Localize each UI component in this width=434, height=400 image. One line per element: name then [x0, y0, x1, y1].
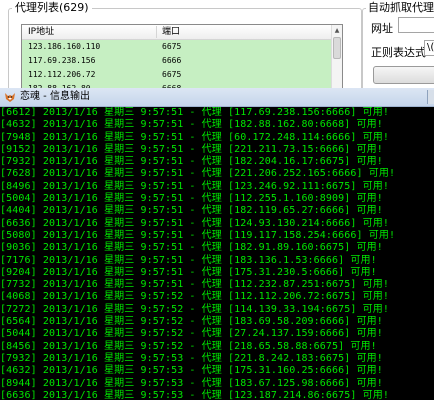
cell-port: 6675	[162, 42, 182, 51]
log-line: [7932] 2013/1/16 星期三 9:57:51 - 代理 [182.2…	[0, 156, 383, 168]
log-line: [8944] 2013/1/16 星期三 9:57:53 - 代理 [183.6…	[0, 377, 383, 389]
regex-label: 正则表达式	[371, 46, 426, 59]
cell-ip: 123.186.160.110	[28, 42, 101, 51]
log-line: [8456] 2013/1/16 星期三 9:57:52 - 代理 [218.6…	[0, 340, 377, 352]
table-row[interactable]: 112.112.206.72 6675	[22, 68, 332, 82]
auto-fetch-group-label: 自动抓取代理(多	[366, 1, 434, 15]
log-line: [9204] 2013/1/16 星期三 9:57:51 - 代理 [175.3…	[0, 266, 377, 278]
scroll-up-icon[interactable]: ▲	[332, 25, 342, 36]
url-input[interactable]	[398, 17, 434, 33]
log-line: [4404] 2013/1/16 星期三 9:57:51 - 代理 [182.1…	[0, 205, 383, 217]
log-line: [4632] 2013/1/16 星期三 9:57:51 - 代理 [182.8…	[0, 119, 383, 131]
table-row[interactable]: 123.186.160.110 6675	[22, 40, 332, 54]
log-line: [6564] 2013/1/16 星期三 9:57:52 - 代理 [183.6…	[0, 316, 383, 328]
proxy-table[interactable]: IP地址 端口 123.186.160.110 6675 117.69.238.…	[21, 24, 343, 92]
log-line: [7932] 2013/1/16 星期三 9:57:53 - 代理 [221.8…	[0, 352, 383, 364]
log-line: [6636] 2013/1/16 星期三 9:57:51 - 代理 [124.9…	[0, 217, 389, 229]
proxy-list-group-label: 代理列表(629)	[12, 1, 92, 15]
proxy-manager-window: 代理列表(629) IP地址 端口 123.186.160.110 6675 1…	[0, 0, 434, 92]
log-line: [5080] 2013/1/16 星期三 9:57:51 - 代理 [119.1…	[0, 229, 396, 241]
cell-port: 6666	[162, 56, 182, 65]
fox-icon	[5, 93, 15, 102]
table-scrollbar[interactable]: ▲	[331, 25, 342, 92]
column-divider[interactable]	[156, 26, 157, 38]
console-window-control[interactable]	[427, 90, 434, 104]
regex-input[interactable]: \(	[424, 40, 434, 56]
log-line: [5004] 2013/1/16 星期三 9:57:51 - 代理 [112.2…	[0, 193, 383, 205]
console-window: 恋魂 - 信息输出 [6612] 2013/1/16 星期三 9:57:51 -…	[0, 88, 434, 400]
fetch-button[interactable]	[373, 66, 434, 84]
table-row[interactable]: 117.69.238.156 6666	[22, 54, 332, 68]
log-line: [7272] 2013/1/16 星期三 9:57:52 - 代理 [114.1…	[0, 303, 389, 315]
log-line: [4068] 2013/1/16 星期三 9:57:52 - 代理 [112.1…	[0, 291, 389, 303]
log-line: [9152] 2013/1/16 星期三 9:57:51 - 代理 [221.2…	[0, 143, 383, 155]
log-line: [9036] 2013/1/16 星期三 9:57:51 - 代理 [182.9…	[0, 242, 383, 254]
table-rows: 123.186.160.110 6675 117.69.238.156 6666…	[22, 40, 332, 92]
cell-ip: 117.69.238.156	[28, 56, 96, 65]
log-line: [6636] 2013/1/16 星期三 9:57:53 - 代理 [123.1…	[0, 389, 389, 400]
cell-ip: 112.112.206.72	[28, 70, 96, 79]
log-line: [8496] 2013/1/16 星期三 9:57:51 - 代理 [123.2…	[0, 180, 389, 192]
log-line: [5044] 2013/1/16 星期三 9:57:52 - 代理 [27.24…	[0, 328, 383, 340]
url-label: 网址	[371, 22, 393, 35]
log-line: [7948] 2013/1/16 星期三 9:57:51 - 代理 [60.17…	[0, 131, 389, 143]
console-titlebar[interactable]: 恋魂 - 信息输出	[0, 88, 434, 107]
console-title: 恋魂 - 信息输出	[20, 91, 90, 102]
log-line: [7628] 2013/1/16 星期三 9:57:51 - 代理 [221.2…	[0, 168, 396, 180]
console-output: [6612] 2013/1/16 星期三 9:57:51 - 代理 [117.6…	[0, 107, 434, 400]
scroll-thumb[interactable]	[333, 37, 341, 59]
log-line: [6612] 2013/1/16 星期三 9:57:51 - 代理 [117.6…	[0, 107, 389, 118]
log-line: [4632] 2013/1/16 星期三 9:57:53 - 代理 [175.3…	[0, 365, 383, 377]
cell-port: 6675	[162, 70, 182, 79]
column-header-port[interactable]: 端口	[162, 25, 180, 39]
log-line: [7176] 2013/1/16 星期三 9:57:51 - 代理 [183.1…	[0, 254, 377, 266]
table-header: IP地址 端口	[22, 25, 332, 40]
column-header-ip[interactable]: IP地址	[28, 25, 54, 39]
log-line: [7732] 2013/1/16 星期三 9:57:51 - 代理 [112.2…	[0, 279, 389, 291]
